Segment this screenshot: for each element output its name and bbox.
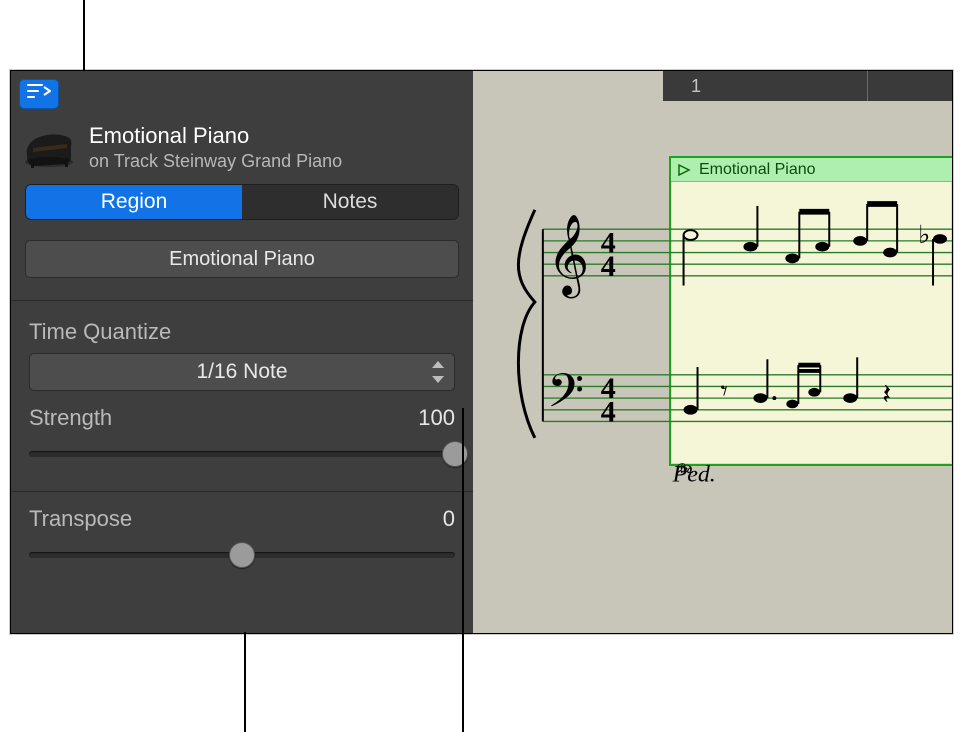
- strength-row: Strength 100: [11, 391, 473, 431]
- time-quantize-section: Time Quantize 1/16 Note: [11, 301, 473, 391]
- strength-slider[interactable]: [29, 437, 455, 471]
- score-area[interactable]: 1 Emotional Piano: [473, 71, 952, 633]
- toolbar: [11, 71, 473, 113]
- region-name-field[interactable]: Emotional Piano: [25, 240, 459, 278]
- time-quantize-value: 1/16 Note: [196, 360, 287, 384]
- ruler[interactable]: 1: [663, 71, 952, 101]
- editor-window: Emotional Piano on Track Steinway Grand …: [10, 70, 953, 634]
- inspector-panel: Emotional Piano on Track Steinway Grand …: [11, 71, 473, 633]
- time-quantize-popup[interactable]: 1/16 Note: [29, 353, 455, 391]
- svg-text:𝄢: 𝄢: [547, 366, 584, 428]
- transpose-row: Transpose 0: [11, 492, 473, 532]
- piano-icon: [21, 126, 77, 170]
- callout-line-top: [83, 0, 85, 70]
- stepper-icon: [432, 361, 446, 383]
- tab-region[interactable]: Region: [26, 185, 242, 219]
- svg-text:𝄽: 𝄽: [882, 379, 891, 411]
- tab-notes-label: Notes: [323, 190, 378, 214]
- transpose-label: Transpose: [29, 506, 132, 532]
- callout-line-quantize: [462, 408, 464, 732]
- transpose-value: 0: [443, 506, 455, 532]
- callout-line-transpose: [244, 632, 246, 732]
- transpose-slider[interactable]: [29, 538, 455, 572]
- svg-text:♭: ♭: [918, 220, 930, 249]
- region-subtitle: on Track Steinway Grand Piano: [89, 151, 342, 172]
- time-quantize-label: Time Quantize: [29, 319, 455, 345]
- grand-staff: 𝄞 𝄢 4 4 4 4: [473, 171, 952, 501]
- ruler-tick: [867, 71, 868, 101]
- svg-text:Ped.: Ped.: [672, 462, 716, 488]
- svg-text:𝄞: 𝄞: [547, 215, 589, 299]
- slider-track: [29, 451, 455, 457]
- svg-text:4: 4: [601, 397, 616, 429]
- catch-playhead-button[interactable]: [19, 79, 59, 109]
- tab-region-label: Region: [101, 190, 168, 214]
- tab-notes[interactable]: Notes: [242, 185, 458, 219]
- slider-thumb[interactable]: [229, 542, 255, 568]
- slider-thumb[interactable]: [442, 441, 468, 467]
- ruler-bar-number: 1: [691, 76, 701, 97]
- strength-label: Strength: [29, 405, 112, 431]
- region-header: Emotional Piano on Track Steinway Grand …: [11, 113, 473, 180]
- score-canvas[interactable]: Emotional Piano: [473, 101, 952, 633]
- strength-value: 100: [418, 405, 455, 431]
- region-header-text: Emotional Piano on Track Steinway Grand …: [89, 123, 342, 172]
- svg-text:𝄾: 𝄾: [720, 375, 727, 406]
- inspector-tabs: Region Notes: [25, 184, 459, 220]
- region-title: Emotional Piano: [89, 123, 342, 149]
- region-name-value: Emotional Piano: [169, 248, 315, 271]
- filter-icon: [26, 82, 52, 106]
- svg-text:4: 4: [601, 251, 616, 283]
